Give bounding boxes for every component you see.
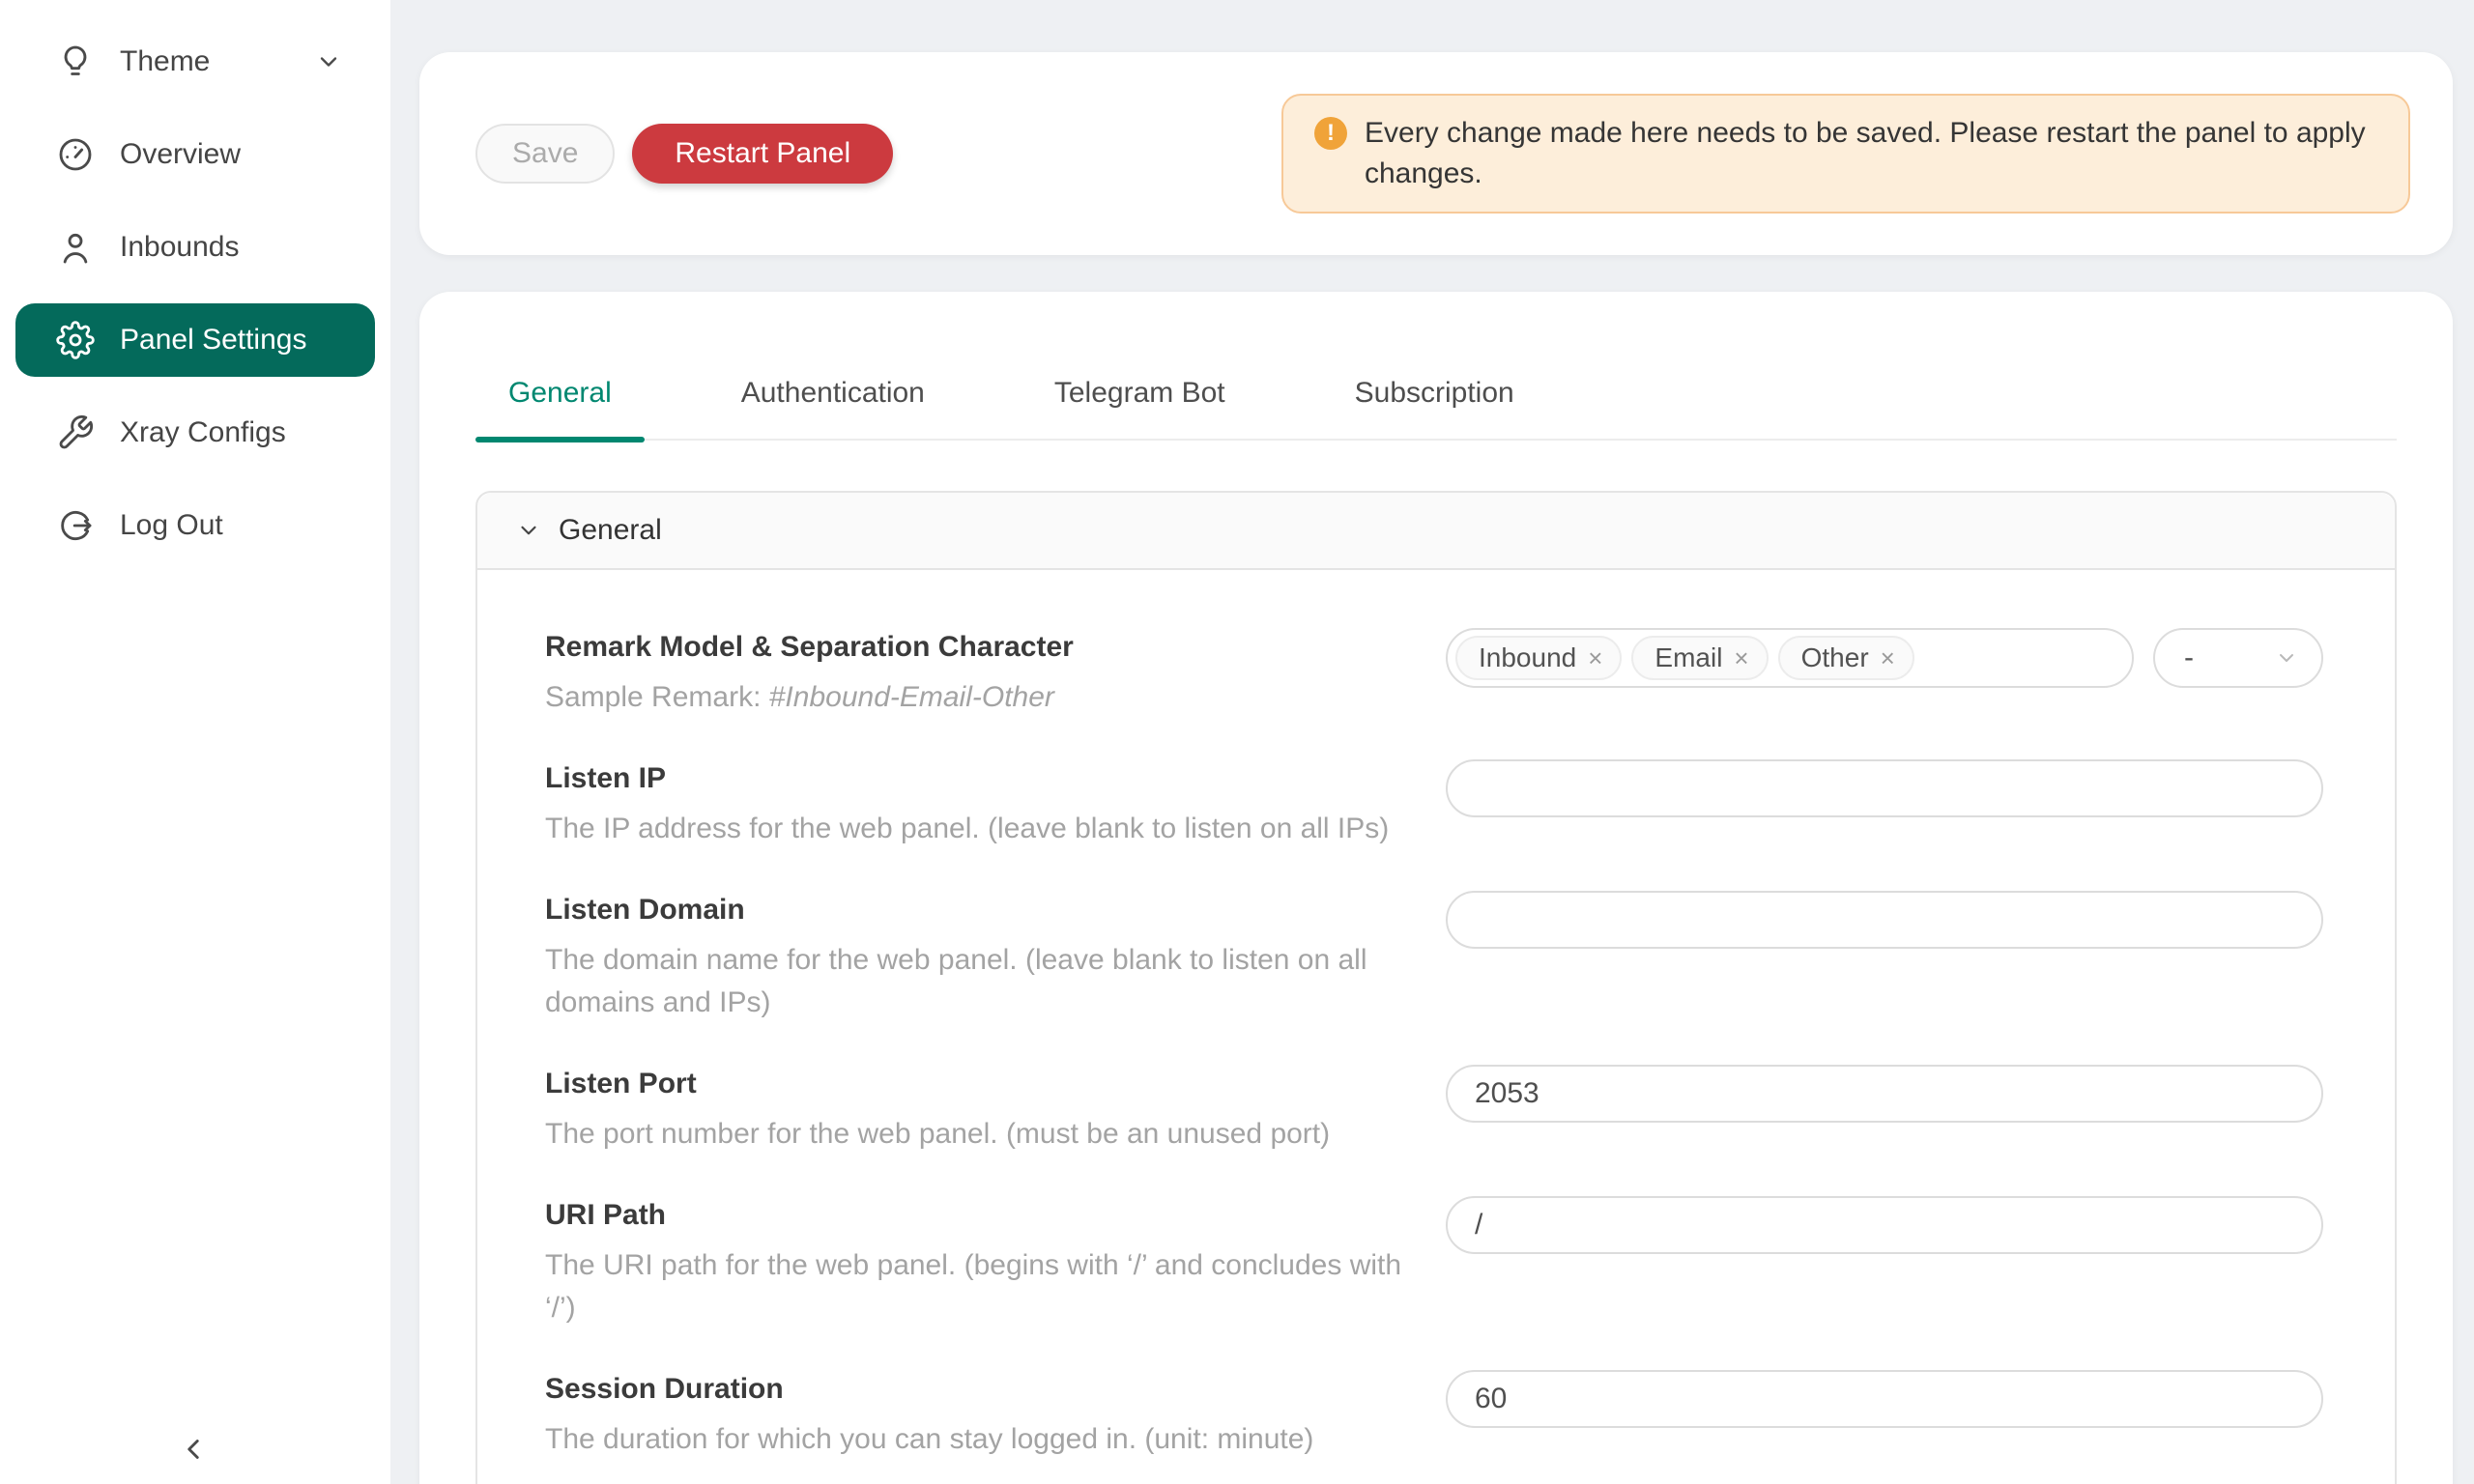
separator-value: - (2184, 642, 2194, 674)
sidebar-item-xray-configs[interactable]: Xray Configs (15, 396, 375, 470)
alert-text: Every change made here needs to be saved… (1365, 113, 2373, 194)
logout-icon (54, 504, 97, 547)
listen-domain-input[interactable] (1446, 891, 2323, 949)
general-form: Remark Model & Separation Character Samp… (477, 570, 2395, 1484)
tag-close-icon[interactable]: × (1734, 645, 1748, 671)
chevron-down-icon (516, 518, 541, 543)
form-row-listen-ip: Listen IP The IP address for the web pan… (545, 756, 2323, 850)
gear-icon (54, 319, 97, 361)
remark-model-tags-input[interactable]: Inbound × Email × Other (1446, 628, 2134, 688)
general-collapse-panel: General Remark Model & Separation Charac… (475, 491, 2397, 1484)
bulb-icon (54, 41, 97, 83)
section-title: General (559, 514, 662, 547)
field-description: The URI path for the web panel. (begins … (545, 1244, 1440, 1329)
chevron-down-icon (315, 48, 342, 75)
sidebar-item-label: Log Out (120, 509, 223, 542)
field-label: URI Path (545, 1192, 1440, 1239)
general-collapse-header[interactable]: General (477, 493, 2395, 570)
field-description: The domain name for the web panel. (leav… (545, 939, 1440, 1024)
form-row-session-duration: Session Duration The duration for which … (545, 1366, 2323, 1461)
sidebar: Theme Overview Inbounds Panel Settings (0, 0, 390, 1484)
sidebar-item-theme[interactable]: Theme (15, 25, 375, 99)
field-label: Listen IP (545, 756, 1440, 802)
sidebar-item-overview[interactable]: Overview (15, 118, 375, 191)
sidebar-collapse-button[interactable] (170, 1426, 216, 1472)
tag-inbound[interactable]: Inbound × (1455, 636, 1622, 680)
panel-settings-page: Theme Overview Inbounds Panel Settings (0, 0, 2474, 1484)
form-row-uri-path: URI Path The URI path for the web panel.… (545, 1192, 2323, 1329)
sidebar-item-label: Panel Settings (120, 324, 306, 357)
field-label: Session Duration (545, 1366, 1440, 1413)
settings-tabs: General Authentication Telegram Bot Subs… (475, 377, 2397, 441)
sidebar-item-inbounds[interactable]: Inbounds (15, 211, 375, 284)
session-duration-input[interactable] (1446, 1370, 2323, 1428)
sidebar-item-label: Overview (120, 138, 241, 171)
uri-path-input[interactable] (1446, 1196, 2323, 1254)
wrench-icon (54, 412, 97, 454)
separator-select[interactable]: - (2153, 628, 2323, 688)
chevron-down-icon (2275, 646, 2298, 670)
main-content: Save Restart Panel ! Every change made h… (390, 0, 2474, 1484)
tab-general[interactable]: General (475, 377, 645, 439)
sidebar-item-panel-settings[interactable]: Panel Settings (15, 303, 375, 377)
warning-icon: ! (1314, 117, 1347, 150)
tab-subscription[interactable]: Subscription (1322, 377, 1547, 439)
tag-close-icon[interactable]: × (1588, 645, 1602, 671)
sidebar-item-label: Theme (120, 45, 210, 78)
settings-card: General Authentication Telegram Bot Subs… (419, 292, 2453, 1484)
field-label: Remark Model & Separation Character (545, 624, 1440, 671)
restart-warning-alert: ! Every change made here needs to be sav… (1281, 94, 2410, 214)
form-row-remark: Remark Model & Separation Character Samp… (545, 624, 2323, 719)
tab-authentication[interactable]: Authentication (708, 377, 958, 439)
field-description: The duration for which you can stay logg… (545, 1418, 1440, 1461)
sidebar-item-log-out[interactable]: Log Out (15, 489, 375, 562)
user-icon (54, 226, 97, 269)
listen-ip-input[interactable] (1446, 759, 2323, 817)
tag-close-icon[interactable]: × (1881, 645, 1895, 671)
restart-panel-button[interactable]: Restart Panel (632, 124, 893, 184)
tab-telegram-bot[interactable]: Telegram Bot (1021, 377, 1258, 439)
form-row-listen-domain: Listen Domain The domain name for the we… (545, 887, 2323, 1024)
field-description: Sample Remark: #Inbound-Email-Other (545, 676, 1440, 719)
tag-email[interactable]: Email × (1631, 636, 1768, 680)
field-description: The IP address for the web panel. (leave… (545, 808, 1440, 850)
form-row-listen-port: Listen Port The port number for the web … (545, 1061, 2323, 1156)
toolbar-card: Save Restart Panel ! Every change made h… (419, 52, 2453, 255)
dashboard-icon (54, 133, 97, 176)
save-button[interactable]: Save (475, 124, 615, 184)
field-label: Listen Port (545, 1061, 1440, 1107)
field-label: Listen Domain (545, 887, 1440, 933)
sidebar-item-label: Inbounds (120, 231, 239, 264)
sample-remark-text: #Inbound-Email-Other (769, 681, 1054, 713)
tag-other[interactable]: Other × (1778, 636, 1914, 680)
chevron-left-icon (177, 1433, 210, 1466)
field-description: The port number for the web panel. (must… (545, 1113, 1440, 1156)
sidebar-item-label: Xray Configs (120, 416, 286, 449)
listen-port-input[interactable] (1446, 1065, 2323, 1123)
